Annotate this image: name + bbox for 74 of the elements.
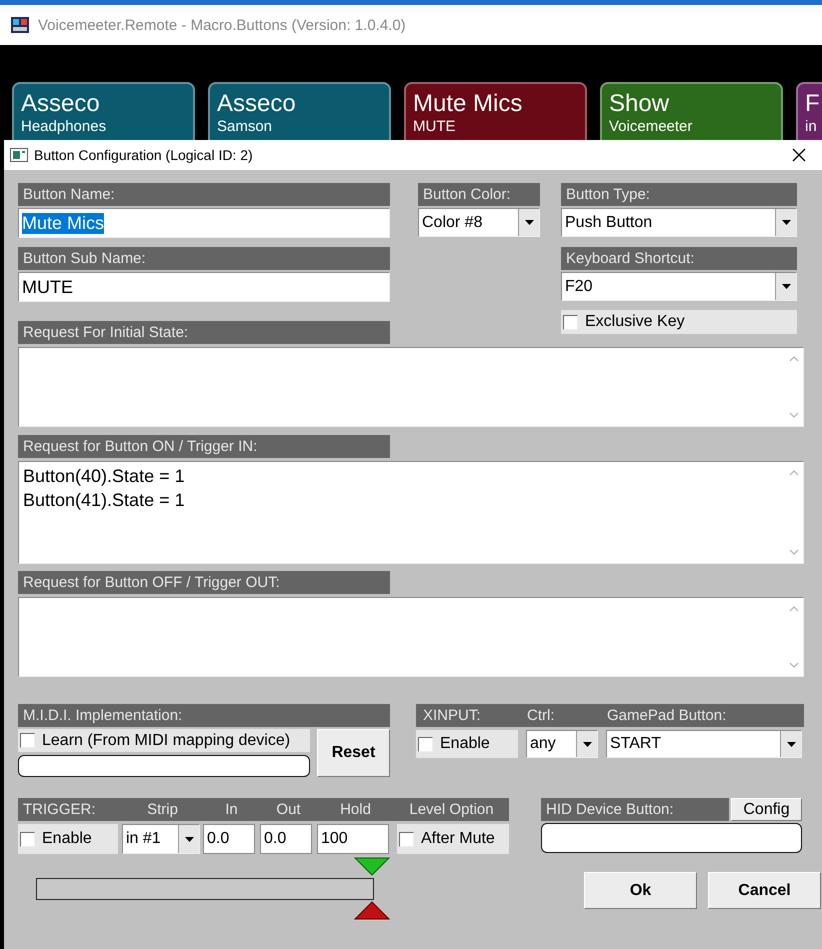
field-label: HID Device Button: [541,798,729,821]
text-area[interactable]: Button(40).State = 1 Button(41).State = 1 [18,461,804,564]
macro-button-subname: in [805,118,818,136]
input-field[interactable]: Mute Mics [18,208,390,238]
dropdown-arrow-icon [524,220,534,225]
scroll-down-icon [789,662,799,668]
input-field[interactable]: 0.0 [260,824,312,854]
field-label: Button Sub Name: [18,247,390,270]
macro-button-name: Show [609,90,670,118]
checkbox[interactable] [399,832,414,846]
column-label: XINPUT: [422,707,482,724]
dropdown-arrow-icon [786,742,796,746]
field-label: Button Name: [18,183,390,206]
checkbox[interactable] [20,832,35,846]
window-title: Voicemeeter.Remote - Macro.Buttons (Version: 1.0.4.0) [38,16,406,34]
checkbox-label: Exclusive Key [585,313,685,331]
checkbox-label: Learn (From MIDI mapping device) [42,732,290,750]
column-label: Ctrl: [526,707,556,724]
checkbox[interactable] [20,733,35,748]
dialog-button[interactable]: Cancel [708,872,821,909]
checkbox[interactable] [418,736,433,752]
column-label: Hold [339,801,372,818]
dialog-button[interactable]: Ok [584,872,697,909]
macro-button-name: Asseco [217,90,297,118]
macro-button-name: Mute Mics [413,90,524,118]
field-label: Button Type: [561,183,797,206]
dropdown[interactable]: START [606,730,802,758]
checkbox-label: After Mute [421,830,495,848]
scroll-up-icon [789,606,799,612]
field-label: Request For Initial State: [18,321,390,344]
dropdown[interactable]: in #1 [122,824,200,854]
dropdown-arrow-icon [782,284,790,289]
input-field[interactable]: 0.0 [203,824,255,854]
macro-button-name: Asseco [21,90,101,118]
column-label: Strip [146,801,179,818]
scroll-down-icon [789,549,799,555]
dropdown[interactable]: Push Button [561,208,797,237]
macro-button-subname: Samson [217,118,274,136]
dropdown[interactable]: F20 [561,272,797,301]
scroll-down-icon [789,412,799,418]
config-button[interactable]: Config [731,798,802,821]
macro-button-subname: MUTE [413,118,456,136]
field-label: Request for Button ON / Trigger IN: [18,435,390,458]
script-text: Button(40).State = 1 Button(41).State = 1 [22,465,186,512]
close-icon [792,148,806,162]
field-label: Button Color: [418,183,540,206]
field-label: M.I.D.I. Implementation: [18,704,390,727]
column-label: Level Option [408,801,495,818]
scroll-up-icon [789,356,799,362]
field-label: Request for Button OFF / Trigger OUT: [18,571,390,594]
input-field[interactable]: MUTE [18,272,390,302]
app-icon [10,15,30,35]
dropdown-arrow-icon [582,742,592,746]
column-label: Out [275,801,302,818]
macro-button-subname: Voicemeeter [609,118,694,136]
checkbox-label: Enable [440,735,490,753]
dropdown[interactable]: Color #8 [418,208,540,237]
reset-button[interactable]: Reset [317,729,390,777]
macro-button-name: F [805,90,821,118]
dropdown[interactable]: any [526,730,598,758]
dropdown-arrow-icon [782,220,790,225]
window-icon [10,147,28,163]
input-field[interactable] [18,755,310,777]
scroll-up-icon [789,470,799,476]
column-label: TRIGGER: [22,801,97,818]
input-field[interactable] [541,823,802,853]
input-field[interactable]: 100 [317,824,389,854]
field-label: Keyboard Shortcut: [561,247,797,270]
checkbox-label: Enable [42,830,92,848]
dropdown-arrow-icon [184,836,194,842]
macro-button-subname: Headphones [21,118,108,136]
column-label: GamePad Button: [606,707,728,724]
checkbox[interactable] [563,314,578,330]
column-label: In [224,801,239,818]
